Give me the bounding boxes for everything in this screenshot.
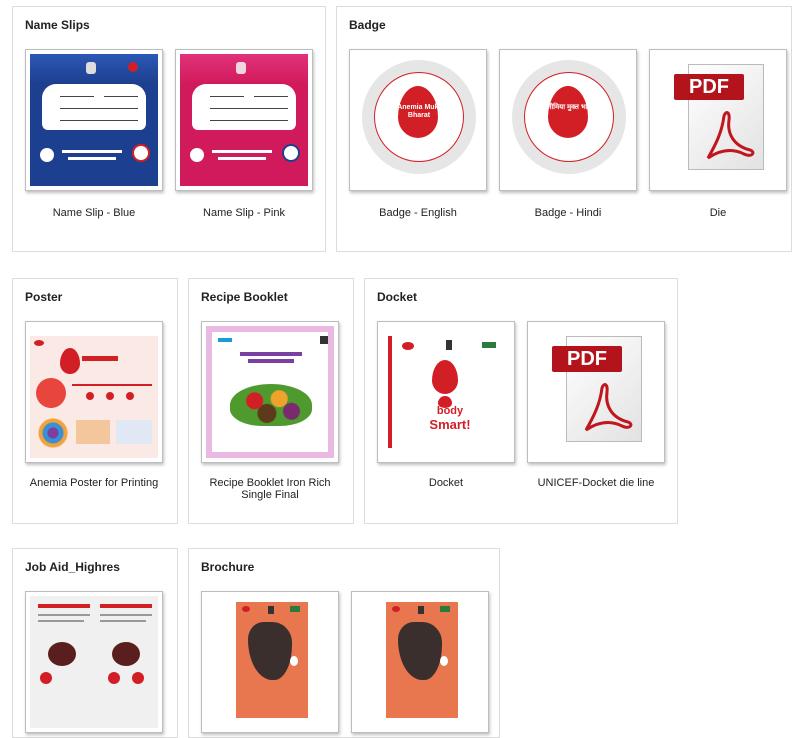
name-slip-blue-thumbnail[interactable]	[25, 49, 163, 191]
section-title: Recipe Booklet	[201, 290, 288, 304]
badge-english-caption[interactable]: Badge - English	[343, 207, 493, 219]
badge-logo-text: Anemia Mukt Bharat	[397, 104, 441, 119]
section-name-slips: Name Slips Name Slip - Blue Name Slip - …	[12, 6, 326, 252]
section-poster: Poster Anemia Poster for Printing	[12, 278, 178, 524]
anemia-poster-caption[interactable]: Anemia Poster for Printing	[19, 477, 169, 489]
section-badge: Badge Anemia Mukt Bharat Badge - English…	[336, 6, 792, 252]
docket-die-caption[interactable]: UNICEF-Docket die line	[521, 477, 671, 489]
anemia-poster-thumbnail[interactable]	[25, 321, 163, 463]
docket-caption[interactable]: Docket	[371, 477, 521, 489]
section-recipe-booklet: Recipe Booklet Recipe Booklet Iron Rich …	[188, 278, 354, 524]
section-title: Brochure	[201, 560, 255, 574]
badge-logo-text: एनीमिया मुक्त भारत	[543, 104, 595, 111]
recipe-booklet-thumbnail[interactable]	[201, 321, 339, 463]
brochure-thumbnail-1[interactable]	[201, 591, 339, 733]
pdf-icon: PDF	[674, 64, 768, 174]
emblem-icon	[236, 62, 246, 74]
section-title: Job Aid_Highres	[25, 560, 120, 574]
docket-tagline: body	[436, 405, 464, 417]
name-slip-blue-caption[interactable]: Name Slip - Blue	[19, 207, 169, 219]
section-brochure: Brochure	[188, 548, 500, 738]
section-title: Badge	[349, 18, 386, 32]
name-slip-pink-thumbnail[interactable]	[175, 49, 313, 191]
docket-thumbnail[interactable]: body Smart!	[377, 321, 515, 463]
section-title: Docket	[377, 290, 418, 304]
emblem-icon	[86, 62, 96, 74]
die-caption[interactable]: Die	[643, 207, 792, 219]
badge-english-thumbnail[interactable]: Anemia Mukt Bharat	[349, 49, 487, 191]
section-docket: Docket body Smart! Docket PDF UNICEF-Doc…	[364, 278, 678, 524]
badge-hindi-caption[interactable]: Badge - Hindi	[493, 207, 643, 219]
recipe-booklet-caption[interactable]: Recipe Booklet Iron Rich Single Final	[195, 477, 345, 501]
badge-hindi-thumbnail[interactable]: एनीमिया मुक्त भारत	[499, 49, 637, 191]
brochure-thumbnail-2[interactable]	[351, 591, 489, 733]
docket-tagline: Smart!	[429, 417, 471, 432]
name-slip-pink-caption[interactable]: Name Slip - Pink	[169, 207, 319, 219]
docket-die-pdf-thumbnail[interactable]: PDF	[527, 321, 665, 463]
pdf-icon: PDF	[552, 336, 646, 446]
logo-icon	[128, 62, 138, 72]
die-pdf-thumbnail[interactable]: PDF	[649, 49, 787, 191]
section-title: Name Slips	[25, 18, 90, 32]
job-aid-thumbnail[interactable]	[25, 591, 163, 733]
section-job-aid: Job Aid_Highres	[12, 548, 178, 738]
section-title: Poster	[25, 290, 63, 304]
